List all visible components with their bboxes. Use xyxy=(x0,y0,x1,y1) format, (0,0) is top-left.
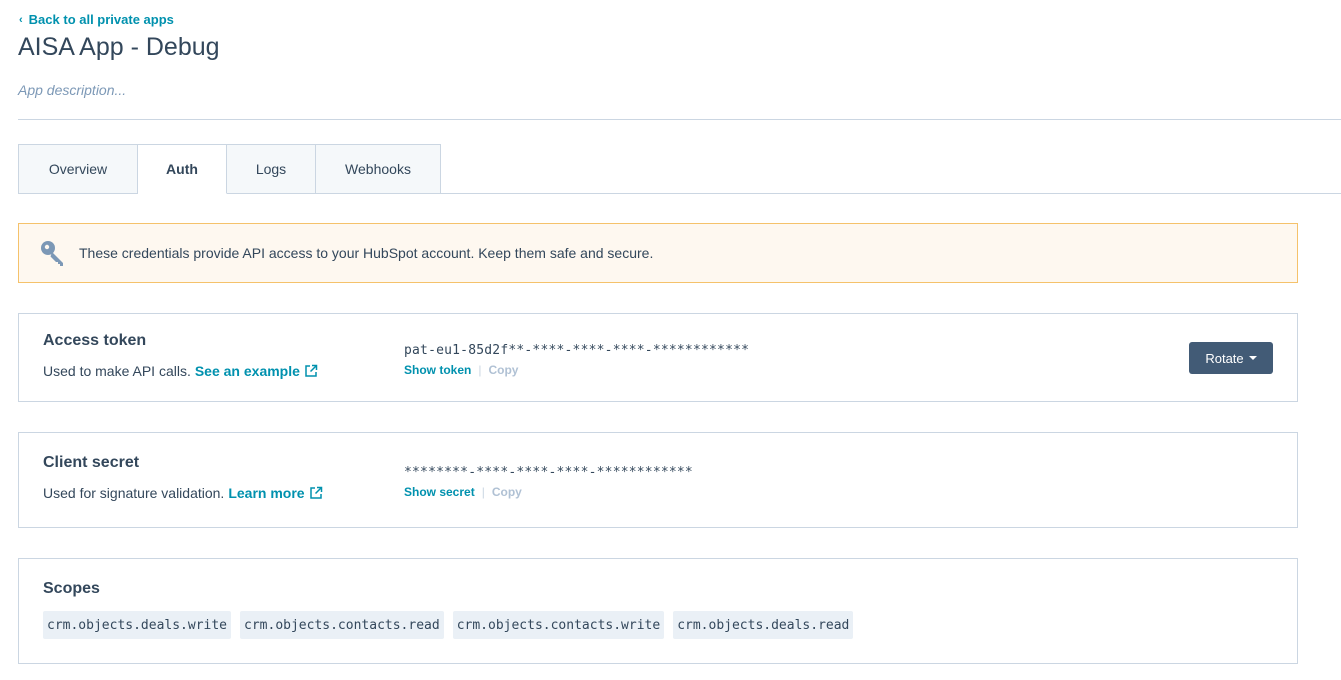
page-title: AISA App - Debug xyxy=(18,33,220,61)
back-to-apps-link[interactable]: ‹ Back to all private apps xyxy=(19,12,174,27)
access-token-title: Access token xyxy=(43,332,147,349)
key-icon xyxy=(41,241,63,266)
learn-more-label: Learn more xyxy=(228,485,305,501)
tab-webhooks[interactable]: Webhooks xyxy=(316,144,441,194)
scope-chip: crm.objects.deals.write xyxy=(43,611,232,639)
tab-logs[interactable]: Logs xyxy=(227,144,316,194)
alert-text: These credentials provide API access to … xyxy=(79,245,654,261)
client-secret-title: Client secret xyxy=(43,454,140,471)
learn-more-link[interactable]: Learn more xyxy=(228,485,322,501)
external-link-icon xyxy=(305,364,318,377)
access-token-actions: Show token | Copy xyxy=(404,363,518,377)
back-link-label: Back to all private apps xyxy=(28,12,174,27)
action-separator: | xyxy=(481,485,485,499)
client-secret-value: ********-****-****-****-************ xyxy=(404,465,693,480)
copy-secret-button[interactable]: Copy xyxy=(492,485,522,499)
scopes-title: Scopes xyxy=(43,580,100,597)
client-secret-card: Client secret Used for signature validat… xyxy=(18,432,1298,528)
client-secret-description: Used for signature validation. xyxy=(43,485,225,501)
access-token-description: Used to make API calls. xyxy=(43,363,191,379)
tab-overview[interactable]: Overview xyxy=(18,144,138,194)
access-token-description-row: Used to make API calls. See an example xyxy=(43,363,318,379)
copy-token-button[interactable]: Copy xyxy=(488,363,518,377)
see-example-label: See an example xyxy=(194,363,300,379)
header-divider xyxy=(18,119,1341,120)
see-example-link[interactable]: See an example xyxy=(195,363,318,379)
access-token-card: Access token Used to make API calls. See… xyxy=(18,313,1298,402)
scopes-card: Scopes crm.objects.deals.write crm.objec… xyxy=(18,558,1298,664)
tab-auth[interactable]: Auth xyxy=(138,144,227,194)
caret-down-icon xyxy=(1248,356,1257,360)
rotate-button[interactable]: Rotate xyxy=(1189,342,1273,374)
access-token-value: pat-eu1-85d2f**-****-****-****-*********… xyxy=(404,343,750,358)
scopes-list: crm.objects.deals.write crm.objects.cont… xyxy=(43,611,854,639)
external-link-icon xyxy=(309,486,322,499)
tab-bar: Overview Auth Logs Webhooks xyxy=(18,144,441,194)
scope-chip: crm.objects.contacts.read xyxy=(240,611,444,639)
rotate-button-label: Rotate xyxy=(1205,350,1244,366)
show-secret-button[interactable]: Show secret xyxy=(404,485,475,499)
scope-chip: crm.objects.contacts.write xyxy=(452,611,665,639)
chevron-left-icon: ‹ xyxy=(19,13,23,26)
scope-chip: crm.objects.deals.read xyxy=(673,611,854,639)
client-secret-actions: Show secret | Copy xyxy=(404,485,522,499)
credentials-alert: These credentials provide API access to … xyxy=(18,223,1298,283)
app-description-field[interactable]: App description... xyxy=(18,82,126,98)
client-secret-description-row: Used for signature validation. Learn mor… xyxy=(43,485,323,501)
show-token-button[interactable]: Show token xyxy=(404,363,471,377)
action-separator: | xyxy=(478,363,482,377)
